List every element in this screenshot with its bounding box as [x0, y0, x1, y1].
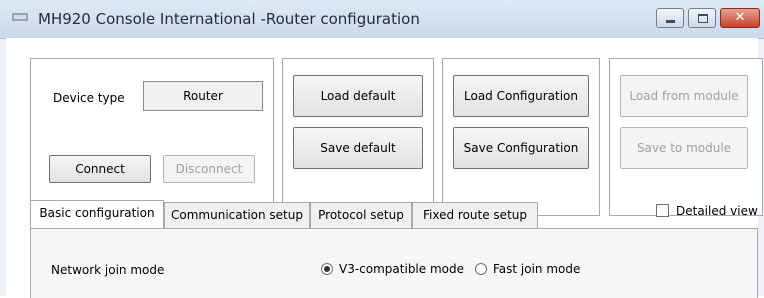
- defaults-group: Load default Save default: [282, 58, 434, 216]
- disconnect-button[interactable]: Disconnect: [163, 155, 255, 183]
- save-default-button[interactable]: Save default: [293, 127, 423, 169]
- tab-protocol-setup[interactable]: Protocol setup: [310, 202, 412, 228]
- client-area: Device type Router Connect Disconnect Lo…: [6, 38, 763, 298]
- load-default-button[interactable]: Load default: [293, 75, 423, 117]
- tab-communication-setup[interactable]: Communication setup: [164, 202, 310, 228]
- configuration-group: Load Configuration Save Configuration: [442, 58, 600, 216]
- save-configuration-button[interactable]: Save Configuration: [453, 127, 589, 169]
- window-title: MH920 Console International -Router conf…: [38, 10, 420, 28]
- app-window: MH920 Console International -Router conf…: [0, 0, 764, 298]
- detailed-view-label: Detailed view: [676, 204, 758, 218]
- fast-join-mode-label: Fast join mode: [493, 262, 581, 276]
- minimize-icon: [666, 20, 675, 23]
- v3-compatible-mode-label: V3-compatible mode: [339, 262, 464, 276]
- tab-fixed-route-setup[interactable]: Fixed route setup: [412, 202, 538, 228]
- connect-button[interactable]: Connect: [49, 155, 151, 183]
- device-group: Device type Router Connect Disconnect: [30, 58, 274, 216]
- basic-configuration-panel: Network join mode V3-compatible mode Fas…: [30, 228, 758, 298]
- minimize-button[interactable]: [656, 8, 684, 28]
- close-icon: ✕: [734, 10, 746, 25]
- app-icon: [12, 13, 28, 21]
- device-type-value: Router: [143, 81, 263, 111]
- v3-compatible-mode-radio[interactable]: [321, 263, 333, 275]
- device-type-label: Device type: [53, 91, 125, 105]
- maximize-button[interactable]: [688, 8, 716, 28]
- save-to-module-button[interactable]: Save to module: [620, 127, 748, 169]
- network-join-mode-label: Network join mode: [51, 263, 165, 277]
- close-button[interactable]: ✕: [720, 8, 760, 28]
- fast-join-mode-radio[interactable]: [475, 263, 487, 275]
- load-configuration-button[interactable]: Load Configuration: [453, 75, 589, 117]
- maximize-icon: [698, 14, 708, 23]
- title-bar[interactable]: MH920 Console International -Router conf…: [0, 0, 764, 39]
- tab-basic-configuration[interactable]: Basic configuration: [30, 200, 164, 228]
- detailed-view-checkbox[interactable]: [656, 204, 669, 217]
- module-group: Load from module Save to module: [609, 58, 763, 216]
- load-from-module-button[interactable]: Load from module: [620, 75, 748, 117]
